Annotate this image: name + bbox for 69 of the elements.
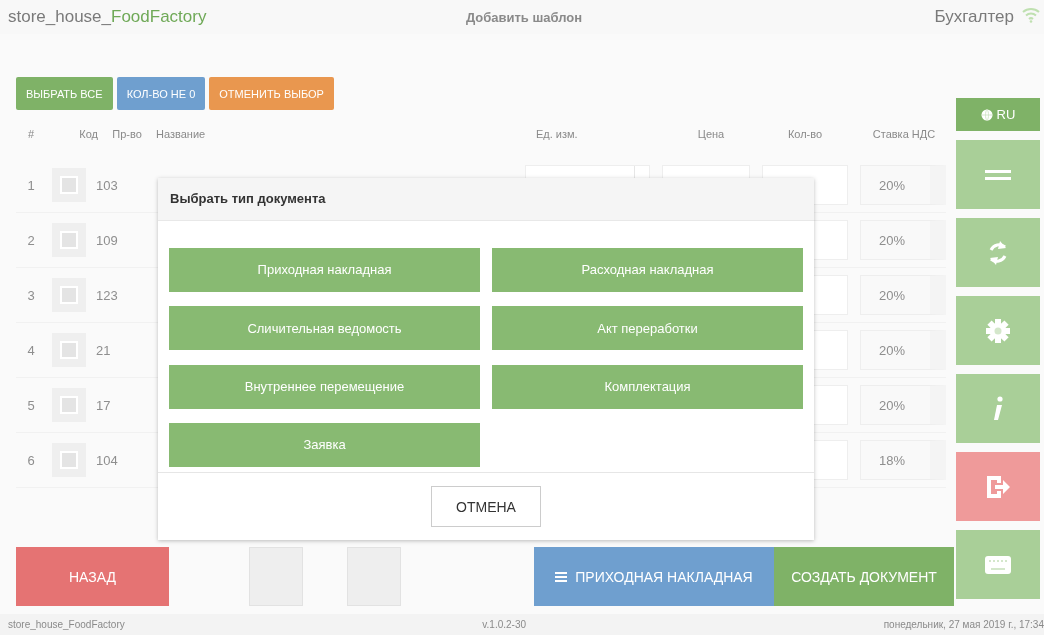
info-icon [992, 395, 1004, 422]
app-title: store_house_FoodFactory [8, 7, 208, 27]
keyboard-icon [985, 555, 1011, 574]
column-header: Пр-во [111, 128, 143, 140]
column-header: Название [156, 128, 207, 140]
table-cell-text: 123 [96, 287, 119, 303]
settings-button[interactable] [956, 296, 1040, 365]
document-type-option[interactable]: Внутреннее перемещение [169, 364, 480, 409]
table-cell-text: 21 [96, 342, 112, 358]
vat-dropdown[interactable]: 18% [860, 440, 946, 480]
table-cell-text: 104 [96, 452, 119, 468]
checkbox[interactable] [52, 333, 86, 367]
row-number: 3 [26, 287, 36, 303]
language-button[interactable]: RU [956, 98, 1040, 131]
logout-icon [985, 473, 1011, 500]
vat-dropdown[interactable]: 20% [860, 330, 946, 370]
vat-dropdown[interactable]: 20% [860, 385, 946, 425]
column-header: Ставка НДС [871, 128, 937, 140]
page-title: Добавить шаблон [465, 9, 583, 25]
vat-dropdown[interactable]: 20% [860, 165, 946, 205]
document-type-option[interactable]: Акт переработки [492, 306, 803, 351]
document-type-option[interactable]: Сличительная ведомость [169, 306, 480, 351]
row-number: 4 [26, 342, 36, 358]
document-type-option[interactable]: Комплектация [492, 364, 803, 409]
menu-icon [555, 570, 568, 583]
toolbar-button[interactable]: ВЫБРАТЬ ВСЕ [16, 77, 113, 110]
table-cell-text: 109 [96, 232, 119, 248]
document-type-option[interactable]: Заявка [169, 422, 480, 467]
row-number: 6 [26, 452, 36, 468]
wifi-icon [1022, 7, 1040, 23]
checkbox[interactable] [52, 443, 86, 477]
globe-icon [980, 108, 993, 121]
cancel-button[interactable]: ОТМЕНА [431, 486, 541, 528]
column-header: Цена [696, 128, 726, 140]
column-header: Код [78, 128, 98, 140]
column-header: Кол-во [786, 128, 824, 140]
blank-button[interactable] [347, 547, 401, 606]
toolbar-button[interactable]: КОЛ-ВО НЕ 0 [116, 77, 206, 110]
blank-button[interactable] [249, 547, 303, 606]
checkbox[interactable] [52, 278, 86, 312]
sync-button[interactable] [956, 218, 1040, 287]
checkbox[interactable] [52, 388, 86, 422]
dialog-title: Выбрать тип документа [158, 178, 814, 221]
checkbox[interactable] [52, 168, 86, 202]
app-name: store_house_FoodFactory [8, 619, 125, 630]
checkbox[interactable] [52, 223, 86, 257]
menu-button[interactable] [956, 140, 1040, 209]
info-button[interactable] [956, 374, 1040, 443]
column-header: # [26, 128, 36, 140]
date-time: понедельник, 27 мая 2019 г., 17:34 [883, 619, 1044, 630]
column-header: Ед. изм. [536, 128, 579, 140]
row-number: 2 [26, 232, 36, 248]
vat-dropdown[interactable]: 20% [860, 220, 946, 260]
table-cell-text: 17 [96, 397, 112, 413]
keyboard-button[interactable] [956, 530, 1040, 599]
back-button[interactable]: НАЗАД [16, 547, 169, 606]
user-role: Бухгалтер [934, 7, 1014, 27]
create-document-button[interactable]: СОЗДАТЬ ДОКУМЕНТ [774, 547, 954, 606]
vat-dropdown[interactable]: 20% [860, 275, 946, 315]
row-number: 5 [26, 397, 36, 413]
table-cell-text: 103 [96, 177, 119, 193]
toolbar-button[interactable]: ОТМЕНИТЬ ВЫБОР [209, 77, 334, 110]
document-type-option[interactable]: Приходная накладная [169, 247, 480, 292]
version-label: v.1.0.2-30 [482, 619, 527, 630]
document-type-button[interactable]: ПРИХОДНАЯ НАКЛАДНАЯ [534, 547, 774, 606]
row-number: 1 [26, 177, 36, 193]
document-type-option[interactable]: Расходная накладная [492, 247, 803, 292]
menu-icon [985, 169, 1011, 180]
logout-button[interactable] [956, 452, 1040, 521]
